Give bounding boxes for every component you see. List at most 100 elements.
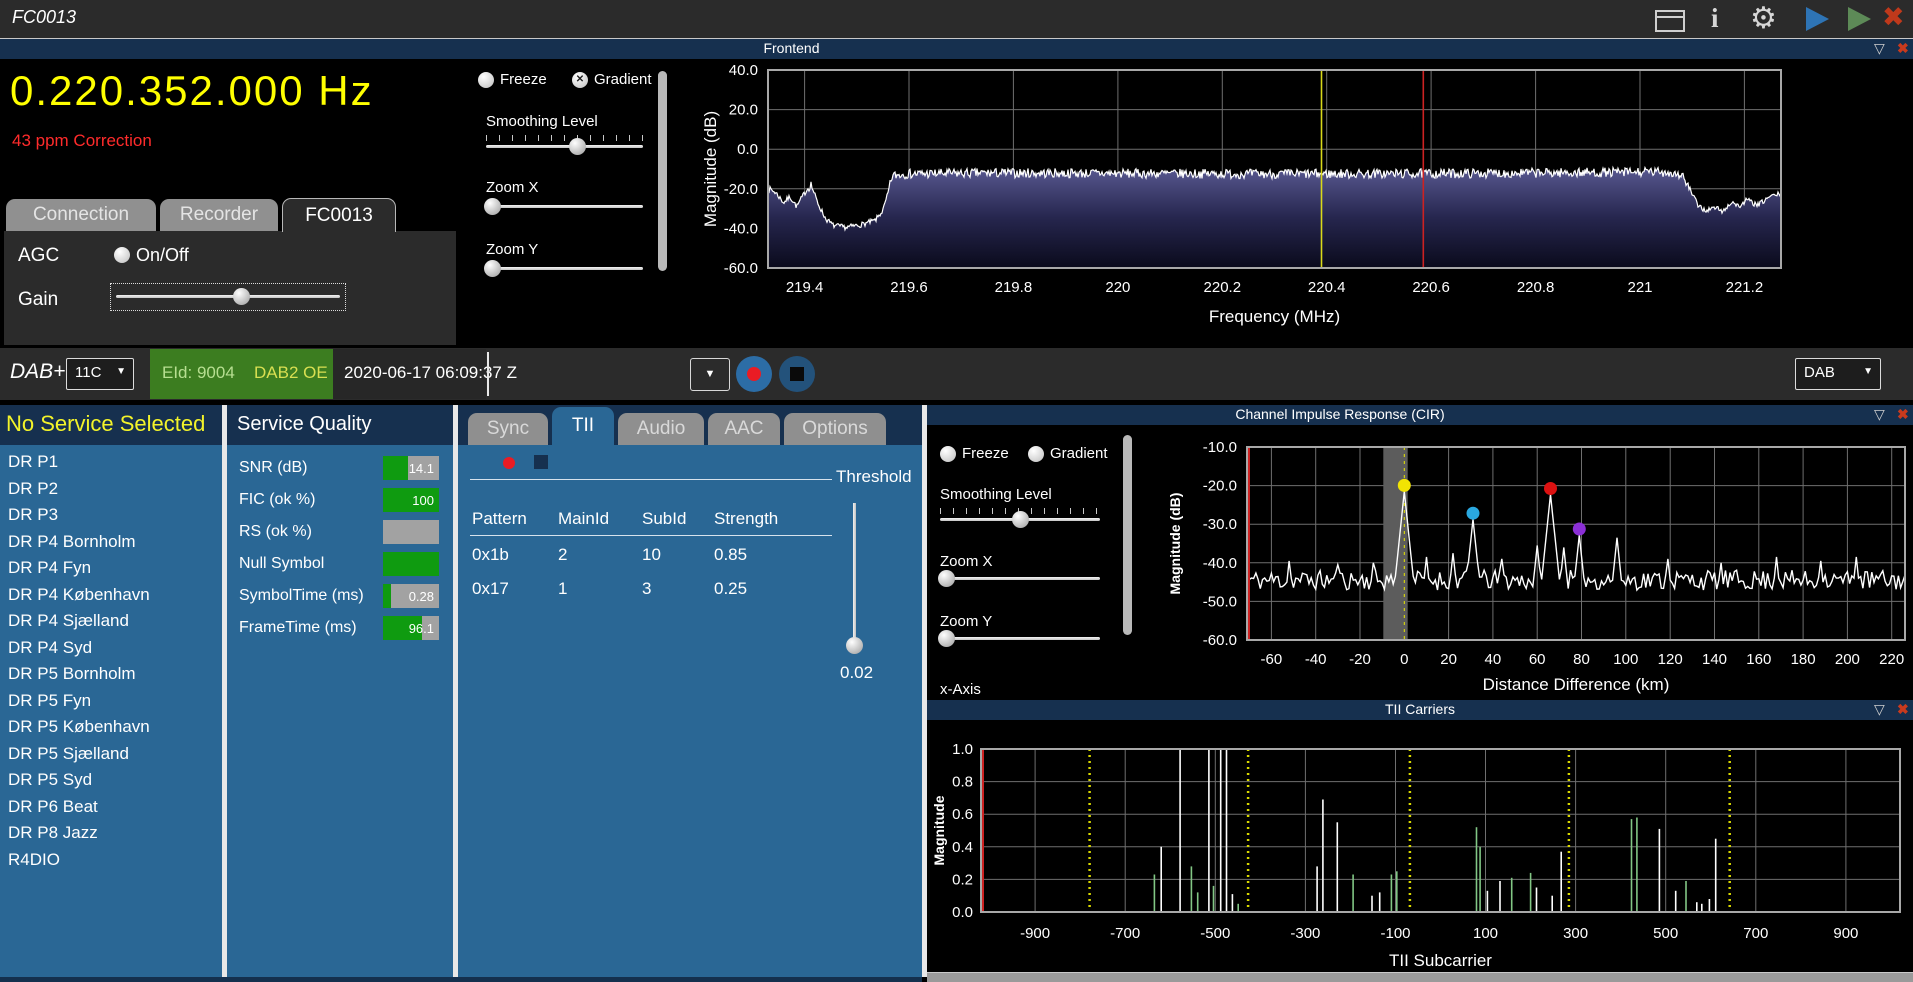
service-item[interactable]: DR P5 København [0,714,222,741]
zoomy-slider-thumb[interactable] [484,260,501,277]
smoothing-slider[interactable] [486,145,643,148]
svg-text:220.4: 220.4 [1308,279,1346,296]
svg-text:220.8: 220.8 [1517,279,1555,296]
svg-text:100: 100 [1613,651,1638,668]
settings-gear-icon[interactable]: ⚙ [1750,1,1777,36]
tab-options[interactable]: Options [784,413,886,445]
svg-text:Magnitude (dB): Magnitude (dB) [1167,493,1183,595]
cir-freeze-radio[interactable] [940,446,956,462]
play-primary-icon[interactable] [1806,7,1829,31]
freeze-label: Freeze [500,71,547,88]
tii-close-icon[interactable]: ✖ [1897,701,1909,718]
quality-bar: 0.28 [383,584,439,608]
tii-cell: 0.85 [714,545,747,565]
service-quality-title: Service Quality [237,413,372,436]
svg-text:140: 140 [1702,651,1727,668]
tab-aac[interactable]: AAC [708,413,780,445]
agc-radio[interactable] [114,247,130,263]
service-item[interactable]: DR P6 Beat [0,794,222,821]
window-icon[interactable] [1655,10,1685,32]
tii-record-icon[interactable] [503,457,515,469]
svg-text:200: 200 [1835,651,1860,668]
zoomx-slider[interactable] [486,205,643,208]
frontend-controls-scrollbar[interactable] [658,71,667,271]
service-item[interactable]: DR P2 [0,476,222,503]
svg-text:Magnitude (dB): Magnitude (dB) [701,111,720,227]
gain-slider[interactable] [110,283,346,311]
channel-select[interactable]: 11C ▼ [66,358,134,390]
tab-fc0013[interactable]: FC0013 [282,198,396,232]
cir-close-icon[interactable]: ✖ [1897,406,1909,423]
cir-controls-scrollbar[interactable] [1123,435,1132,635]
service-item[interactable]: DR P4 Bornholm [0,529,222,556]
svg-text:700: 700 [1743,925,1768,942]
tii-stop-icon[interactable] [534,455,548,469]
cir-gradient-radio[interactable] [1028,446,1044,462]
record-button[interactable] [736,356,772,392]
quality-bar: 100 [383,488,439,512]
horizontal-scrollbar[interactable] [927,972,1913,982]
tii-carriers-title: TII Carriers [927,701,1913,717]
svg-text:0.4: 0.4 [952,839,973,856]
tii-collapse-icon[interactable]: ▽ [1874,701,1885,718]
tii-cell: 10 [642,545,661,565]
gain-slider-thumb[interactable] [233,288,250,305]
tii-separator-line [470,479,832,480]
threshold-value: 0.02 [840,663,873,683]
zoomy-slider[interactable] [486,267,643,270]
service-item[interactable]: R4DIO [0,847,222,874]
service-item[interactable]: DR P5 Bornholm [0,661,222,688]
service-item[interactable]: DR P5 Fyn [0,688,222,715]
dab-mode-label: DAB+ [10,360,65,384]
svg-text:-100: -100 [1380,925,1410,942]
cir-collapse-icon[interactable]: ▽ [1874,406,1885,423]
service-item[interactable]: DR P3 [0,502,222,529]
tab-sync[interactable]: Sync [468,413,548,445]
service-item[interactable]: DR P4 Syd [0,635,222,662]
tab-connection[interactable]: Connection [6,199,156,231]
svg-text:-20.0: -20.0 [724,181,758,198]
threshold-slider-thumb[interactable] [846,637,863,654]
threshold-slider[interactable] [853,503,856,645]
service-item[interactable]: DR P4 Fyn [0,555,222,582]
gradient-radio[interactable]: ✕ [572,72,588,88]
service-item[interactable]: DR P5 Syd [0,767,222,794]
freeze-radio[interactable] [478,72,494,88]
quality-bar: 96.1 [383,616,439,640]
quality-row: Null Symbol [227,551,453,578]
gain-label: Gain [18,289,58,311]
cir-zoomy-thumb[interactable] [938,630,955,647]
info-icon[interactable]: i [1711,3,1719,34]
band-value: DAB [1804,364,1835,381]
svg-text:-40.0: -40.0 [724,220,758,237]
service-quality-panel: SNR (dB) 14.1 FIC (ok %) 100 RS (ok %) N… [227,445,453,977]
svg-text:220.2: 220.2 [1204,279,1242,296]
scan-dropdown-button[interactable]: ▼ [690,358,730,391]
play-secondary-icon[interactable] [1848,7,1871,31]
zoomx-slider-thumb[interactable] [484,198,501,215]
cir-zoomx-thumb[interactable] [938,570,955,587]
tab-audio[interactable]: Audio [618,413,704,445]
stop-button[interactable] [779,356,815,392]
tab-tii[interactable]: TII [552,407,614,445]
svg-text:1.0: 1.0 [952,741,973,758]
cir-smoothing-slider[interactable] [940,518,1100,521]
service-item[interactable]: DR P4 København [0,582,222,609]
close-window-icon[interactable]: ✖ [1882,2,1905,33]
tii-col-strength: Strength [714,509,778,529]
band-select[interactable]: DAB ▼ [1795,358,1881,390]
cir-smoothing-thumb[interactable] [1012,511,1029,528]
service-item[interactable]: DR P5 Sjælland [0,741,222,768]
service-item[interactable]: DR P4 Sjælland [0,608,222,635]
tab-recorder[interactable]: Recorder [160,199,278,231]
service-item[interactable]: DR P8 Jazz [0,820,222,847]
frontend-close-icon[interactable]: ✖ [1897,40,1909,57]
cir-zoomy-slider[interactable] [940,637,1100,640]
service-item[interactable]: DR P1 [0,449,222,476]
smoothing-slider-thumb[interactable] [569,138,586,155]
gradient-label: Gradient [594,71,652,88]
quality-row: SNR (dB) 14.1 [227,455,453,482]
cir-zoomx-slider[interactable] [940,577,1100,580]
frontend-collapse-icon[interactable]: ▽ [1874,40,1885,57]
svg-text:-300: -300 [1290,925,1320,942]
